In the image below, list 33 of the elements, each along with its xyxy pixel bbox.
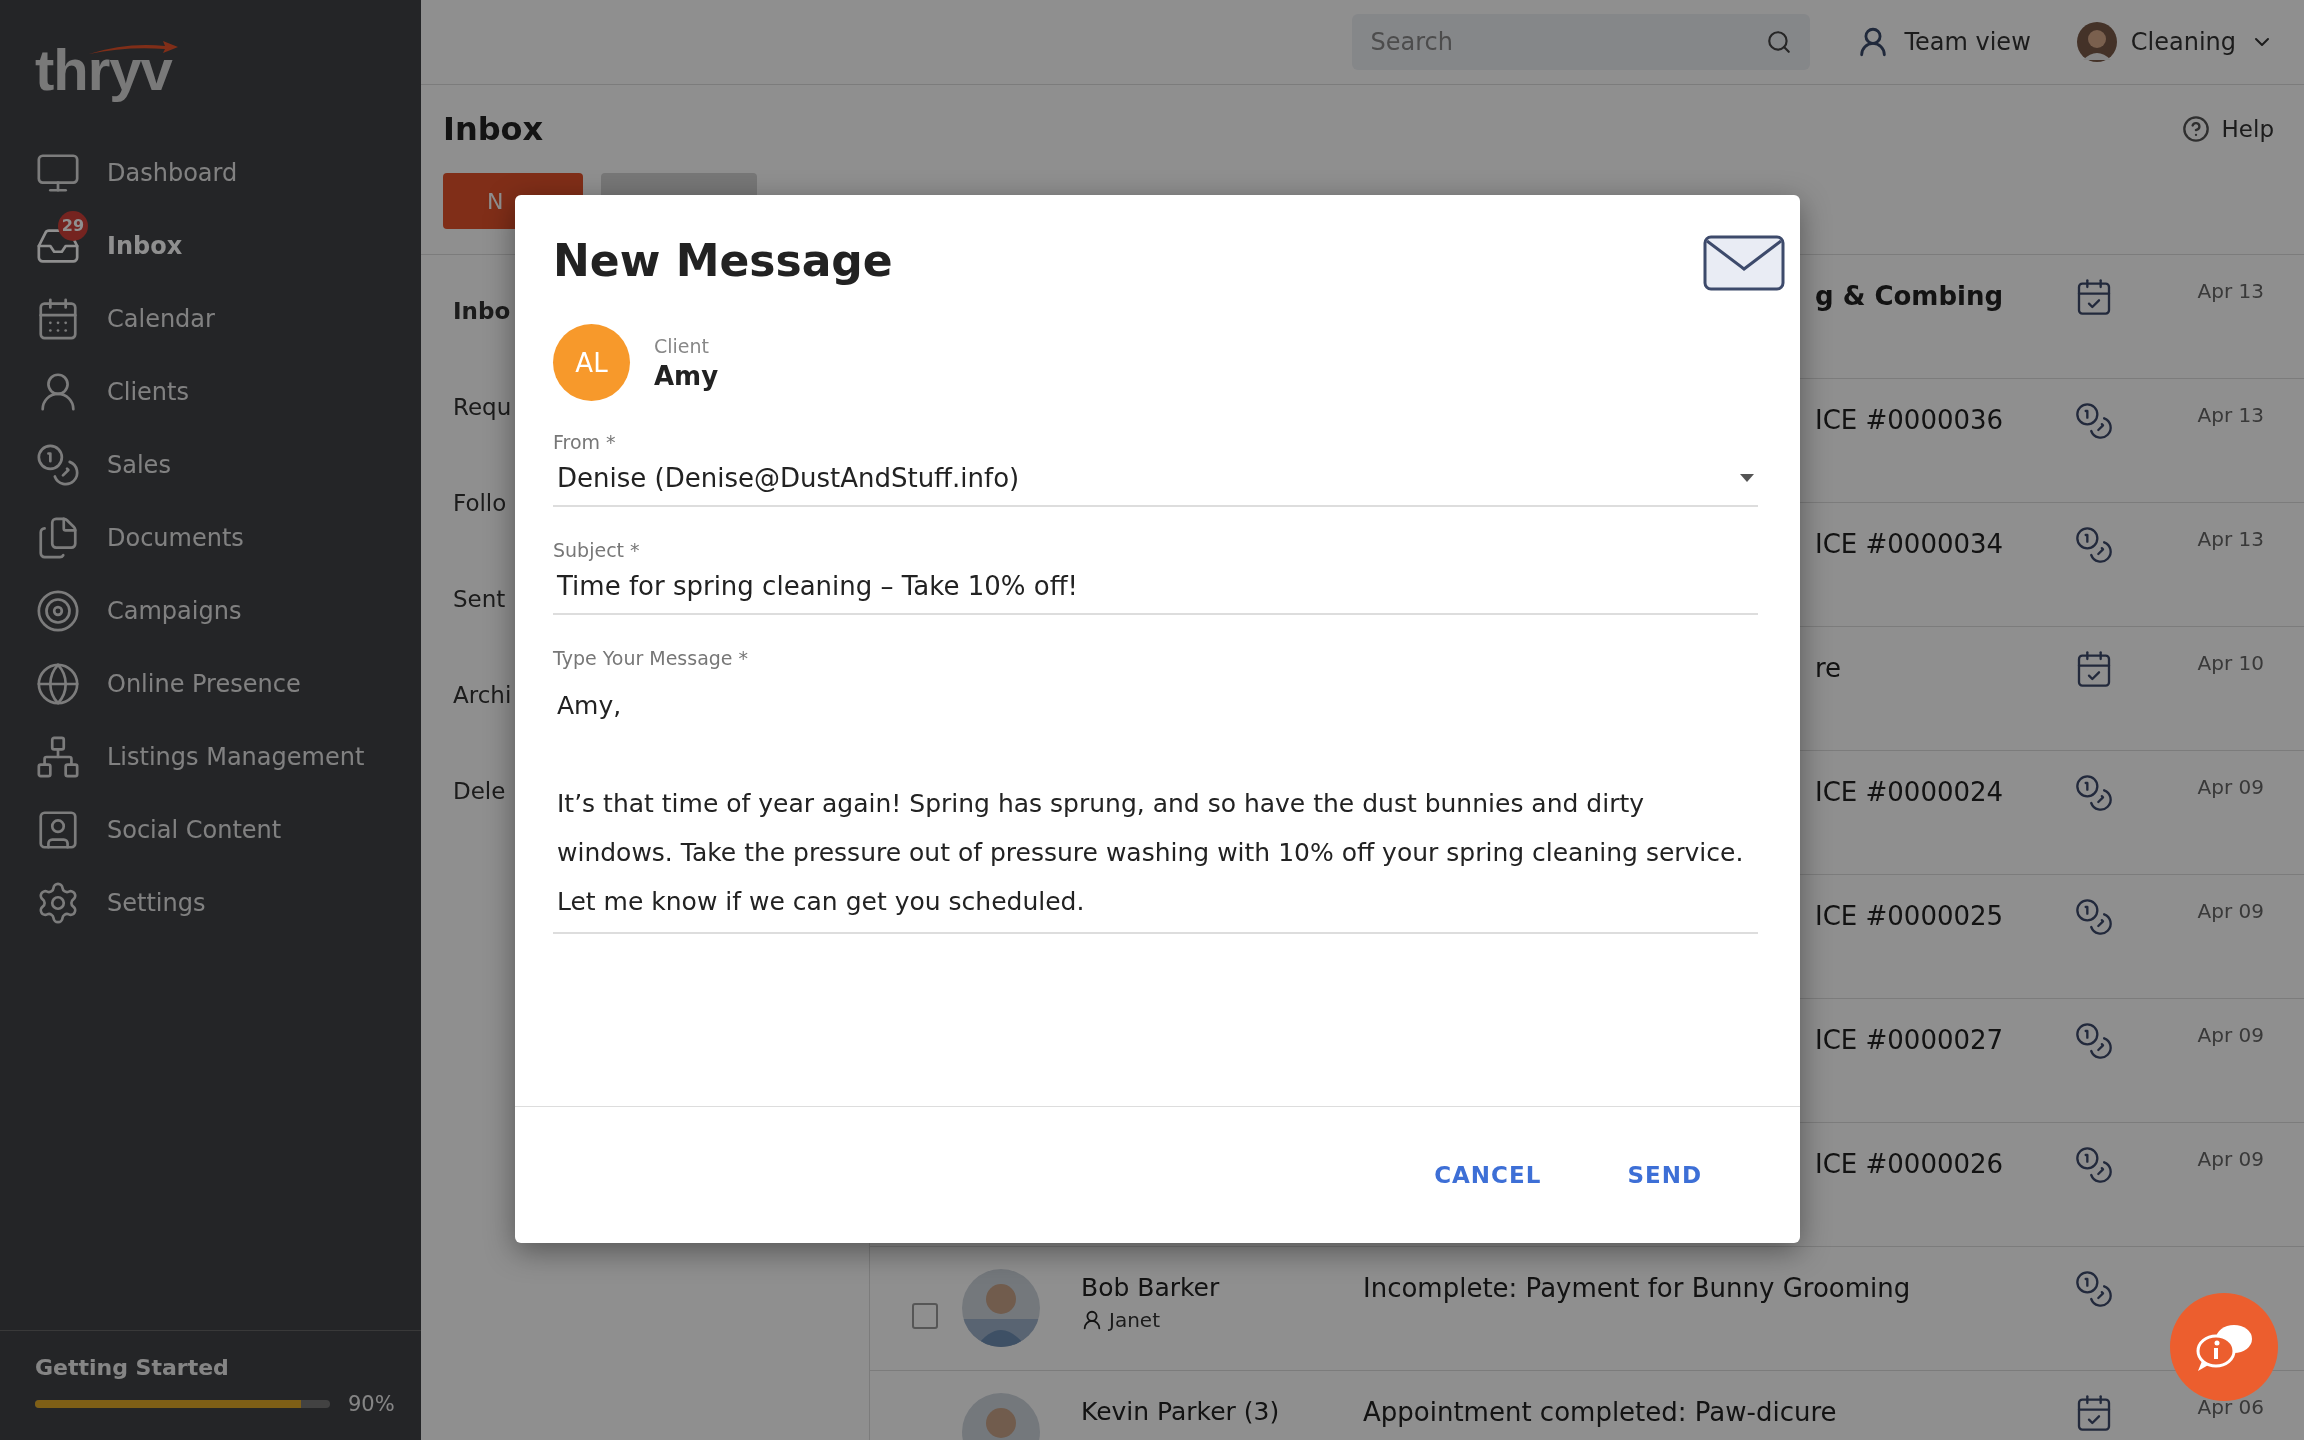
- message-subject: ICE #0000027: [1815, 1024, 2004, 1055]
- dialog-title: New Message: [553, 235, 893, 286]
- message-date: Apr 09: [2196, 1022, 2264, 1047]
- message-date: Apr 09: [2196, 1146, 2264, 1171]
- message-subject: ICE #0000024: [1815, 776, 2004, 807]
- sender-name: Kevin Parker (3): [1081, 1397, 1281, 1426]
- message-subject: g & Combing: [1815, 280, 2004, 311]
- progress-reading: 90%: [348, 1392, 395, 1416]
- message-date: Apr 06: [2196, 1394, 2264, 1419]
- message-date: Apr 09: [2196, 774, 2264, 799]
- message-subject: Incomplete: Payment for Bunny Grooming: [1363, 1272, 1911, 1303]
- message-date: Apr 13: [2196, 526, 2264, 551]
- page-title: Inbox: [443, 110, 544, 148]
- message-subject: ICE #0000025: [1815, 900, 2004, 931]
- message-subject: ICE #0000034: [1815, 528, 2004, 559]
- count-badge: 29: [58, 210, 88, 241]
- message-subject: Appointment completed: Paw-dicure: [1363, 1396, 1837, 1427]
- client-avatar: AL: [553, 324, 630, 401]
- staff-name: Janet: [1109, 1308, 1160, 1332]
- progress-label: Getting Started: [35, 1355, 230, 1380]
- message-date: Apr 09: [2196, 898, 2264, 923]
- message-subject: ICE #0000036: [1815, 404, 2004, 435]
- field-label: From *: [553, 431, 617, 453]
- message-subject: ICE #0000026: [1815, 1148, 2004, 1179]
- field-label: Subject *: [553, 539, 641, 561]
- sender-name: Bob Barker: [1081, 1273, 1221, 1302]
- message-date: Apr 13: [2196, 278, 2264, 303]
- client-name: Amy: [654, 360, 719, 391]
- message-subject: re: [1815, 652, 1842, 683]
- message-date: Apr 10: [2196, 650, 2264, 675]
- field-label: Type Your Message *: [553, 647, 750, 669]
- message-date: Apr 13: [2196, 402, 2264, 427]
- client-label: Client: [654, 334, 710, 357]
